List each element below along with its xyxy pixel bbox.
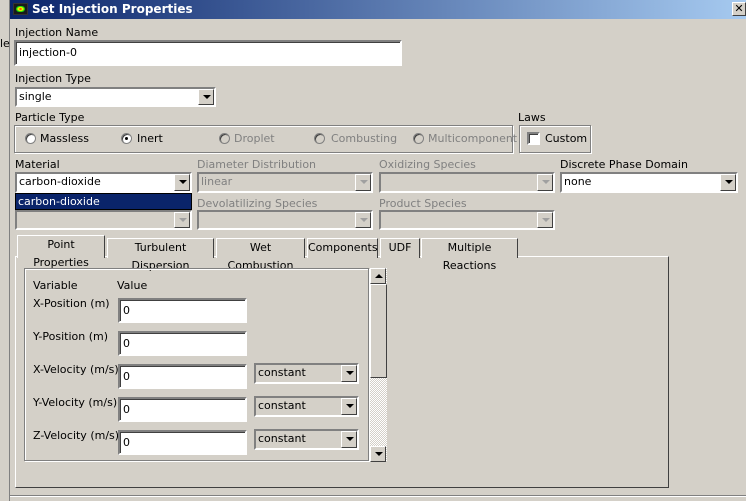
diameter-distribution-value: linear (201, 175, 233, 188)
radio-droplet (219, 133, 230, 144)
material-value: carbon-dioxide (19, 175, 101, 188)
y-velocity-label: Y-Velocity (m/s) (33, 396, 118, 409)
chevron-down-icon (537, 212, 553, 228)
injection-name-label: Injection Name (15, 26, 99, 39)
radio-multicomponent (413, 133, 424, 144)
radio-multicomponent-label: Multicomponent (428, 132, 518, 145)
x-velocity-profile-value: constant (258, 366, 306, 379)
separator (10, 495, 746, 496)
y-velocity-input[interactable]: 0 (118, 397, 247, 422)
y-velocity-profile-select[interactable]: constant (254, 396, 359, 417)
discrete-phase-domain-value: none (564, 175, 592, 188)
devolatilizing-species-select (197, 210, 373, 230)
chevron-down-icon (174, 212, 190, 228)
tab-point-properties[interactable]: Point Properties (17, 235, 105, 269)
radio-combusting (314, 133, 325, 144)
radio-droplet-label: Droplet (234, 132, 275, 145)
dialog-title: Set Injection Properties (32, 2, 193, 16)
evaporating-species-select (15, 210, 192, 230)
laws-label: Laws (518, 111, 546, 124)
z-velocity-input[interactable]: 0 (118, 430, 247, 455)
variable-header: Variable (33, 279, 78, 292)
radio-combusting-label: Combusting (331, 132, 398, 145)
x-velocity-profile-select[interactable]: constant (254, 363, 359, 384)
discrete-phase-domain-label: Discrete Phase Domain (560, 158, 688, 171)
material-dropdown-item[interactable]: carbon-dioxide (15, 193, 192, 210)
scroll-up-button[interactable] (370, 268, 386, 284)
custom-checkbox[interactable] (527, 132, 540, 145)
product-species-select (379, 210, 555, 230)
y-velocity-profile-value: constant (258, 399, 306, 412)
close-button[interactable]: ✕ (732, 2, 746, 16)
y-position-label: Y-Position (m) (33, 330, 109, 343)
discrete-phase-domain-select[interactable]: none (560, 172, 738, 193)
scroll-down-button[interactable] (370, 446, 386, 462)
material-select[interactable]: carbon-dioxide (15, 172, 192, 193)
diameter-distribution-label: Diameter Distribution (197, 158, 317, 171)
oxidizing-species-label: Oxidizing Species (379, 158, 476, 171)
diameter-distribution-select: linear (197, 172, 373, 193)
chevron-down-icon[interactable] (341, 365, 357, 382)
injection-type-select[interactable]: single (15, 87, 216, 107)
product-species-label: Product Species (379, 197, 467, 210)
y-position-input[interactable]: 0 (118, 331, 247, 356)
app-icon (13, 3, 28, 15)
chevron-down-icon[interactable] (174, 174, 190, 191)
chevron-down-icon (355, 174, 371, 191)
x-velocity-input[interactable]: 0 (118, 364, 247, 389)
oxidizing-species-select (379, 172, 555, 193)
x-velocity-label: X-Velocity (m/s) (33, 363, 119, 376)
background-window-text: le (0, 37, 10, 50)
chevron-down-icon[interactable] (720, 174, 736, 191)
tab-wet-combustion[interactable]: Wet Combustion (216, 238, 305, 272)
background-window (0, 0, 10, 501)
radio-massless[interactable] (25, 133, 36, 144)
injection-type-value: single (19, 90, 52, 103)
injection-name-input[interactable]: injection-0 (14, 40, 402, 66)
x-position-label: X-Position (m) (33, 297, 110, 310)
tab-components[interactable]: Components (307, 238, 378, 258)
dialog-title-bar: Set Injection Properties (10, 0, 746, 19)
tab-multiple-reactions[interactable]: Multiple Reactions (421, 238, 518, 272)
chevron-down-icon (537, 174, 553, 191)
scrollbar-thumb[interactable] (370, 284, 387, 378)
value-header: Value (117, 279, 148, 292)
devolatilizing-species-label: Devolatilizing Species (197, 197, 318, 210)
radio-inert[interactable] (121, 133, 132, 144)
chevron-down-icon[interactable] (341, 398, 357, 415)
z-velocity-label: Z-Velocity (m/s) (33, 429, 120, 442)
tab-udf[interactable]: UDF (380, 238, 420, 258)
material-label: Material (15, 158, 60, 171)
z-velocity-profile-value: constant (258, 432, 306, 445)
chevron-down-icon[interactable] (198, 89, 214, 105)
chevron-down-icon[interactable] (341, 431, 357, 448)
injection-type-label: Injection Type (15, 72, 91, 85)
radio-massless-label[interactable]: Massless (40, 132, 89, 145)
tab-turbulent-dispersion[interactable]: Turbulent Dispersion (107, 238, 214, 272)
chevron-down-icon (355, 212, 371, 228)
particle-type-label: Particle Type (15, 111, 85, 124)
custom-checkbox-label[interactable]: Custom (545, 132, 587, 145)
z-velocity-profile-select[interactable]: constant (254, 429, 359, 450)
radio-inert-label[interactable]: Inert (137, 132, 163, 145)
x-position-input[interactable]: 0 (118, 298, 247, 323)
